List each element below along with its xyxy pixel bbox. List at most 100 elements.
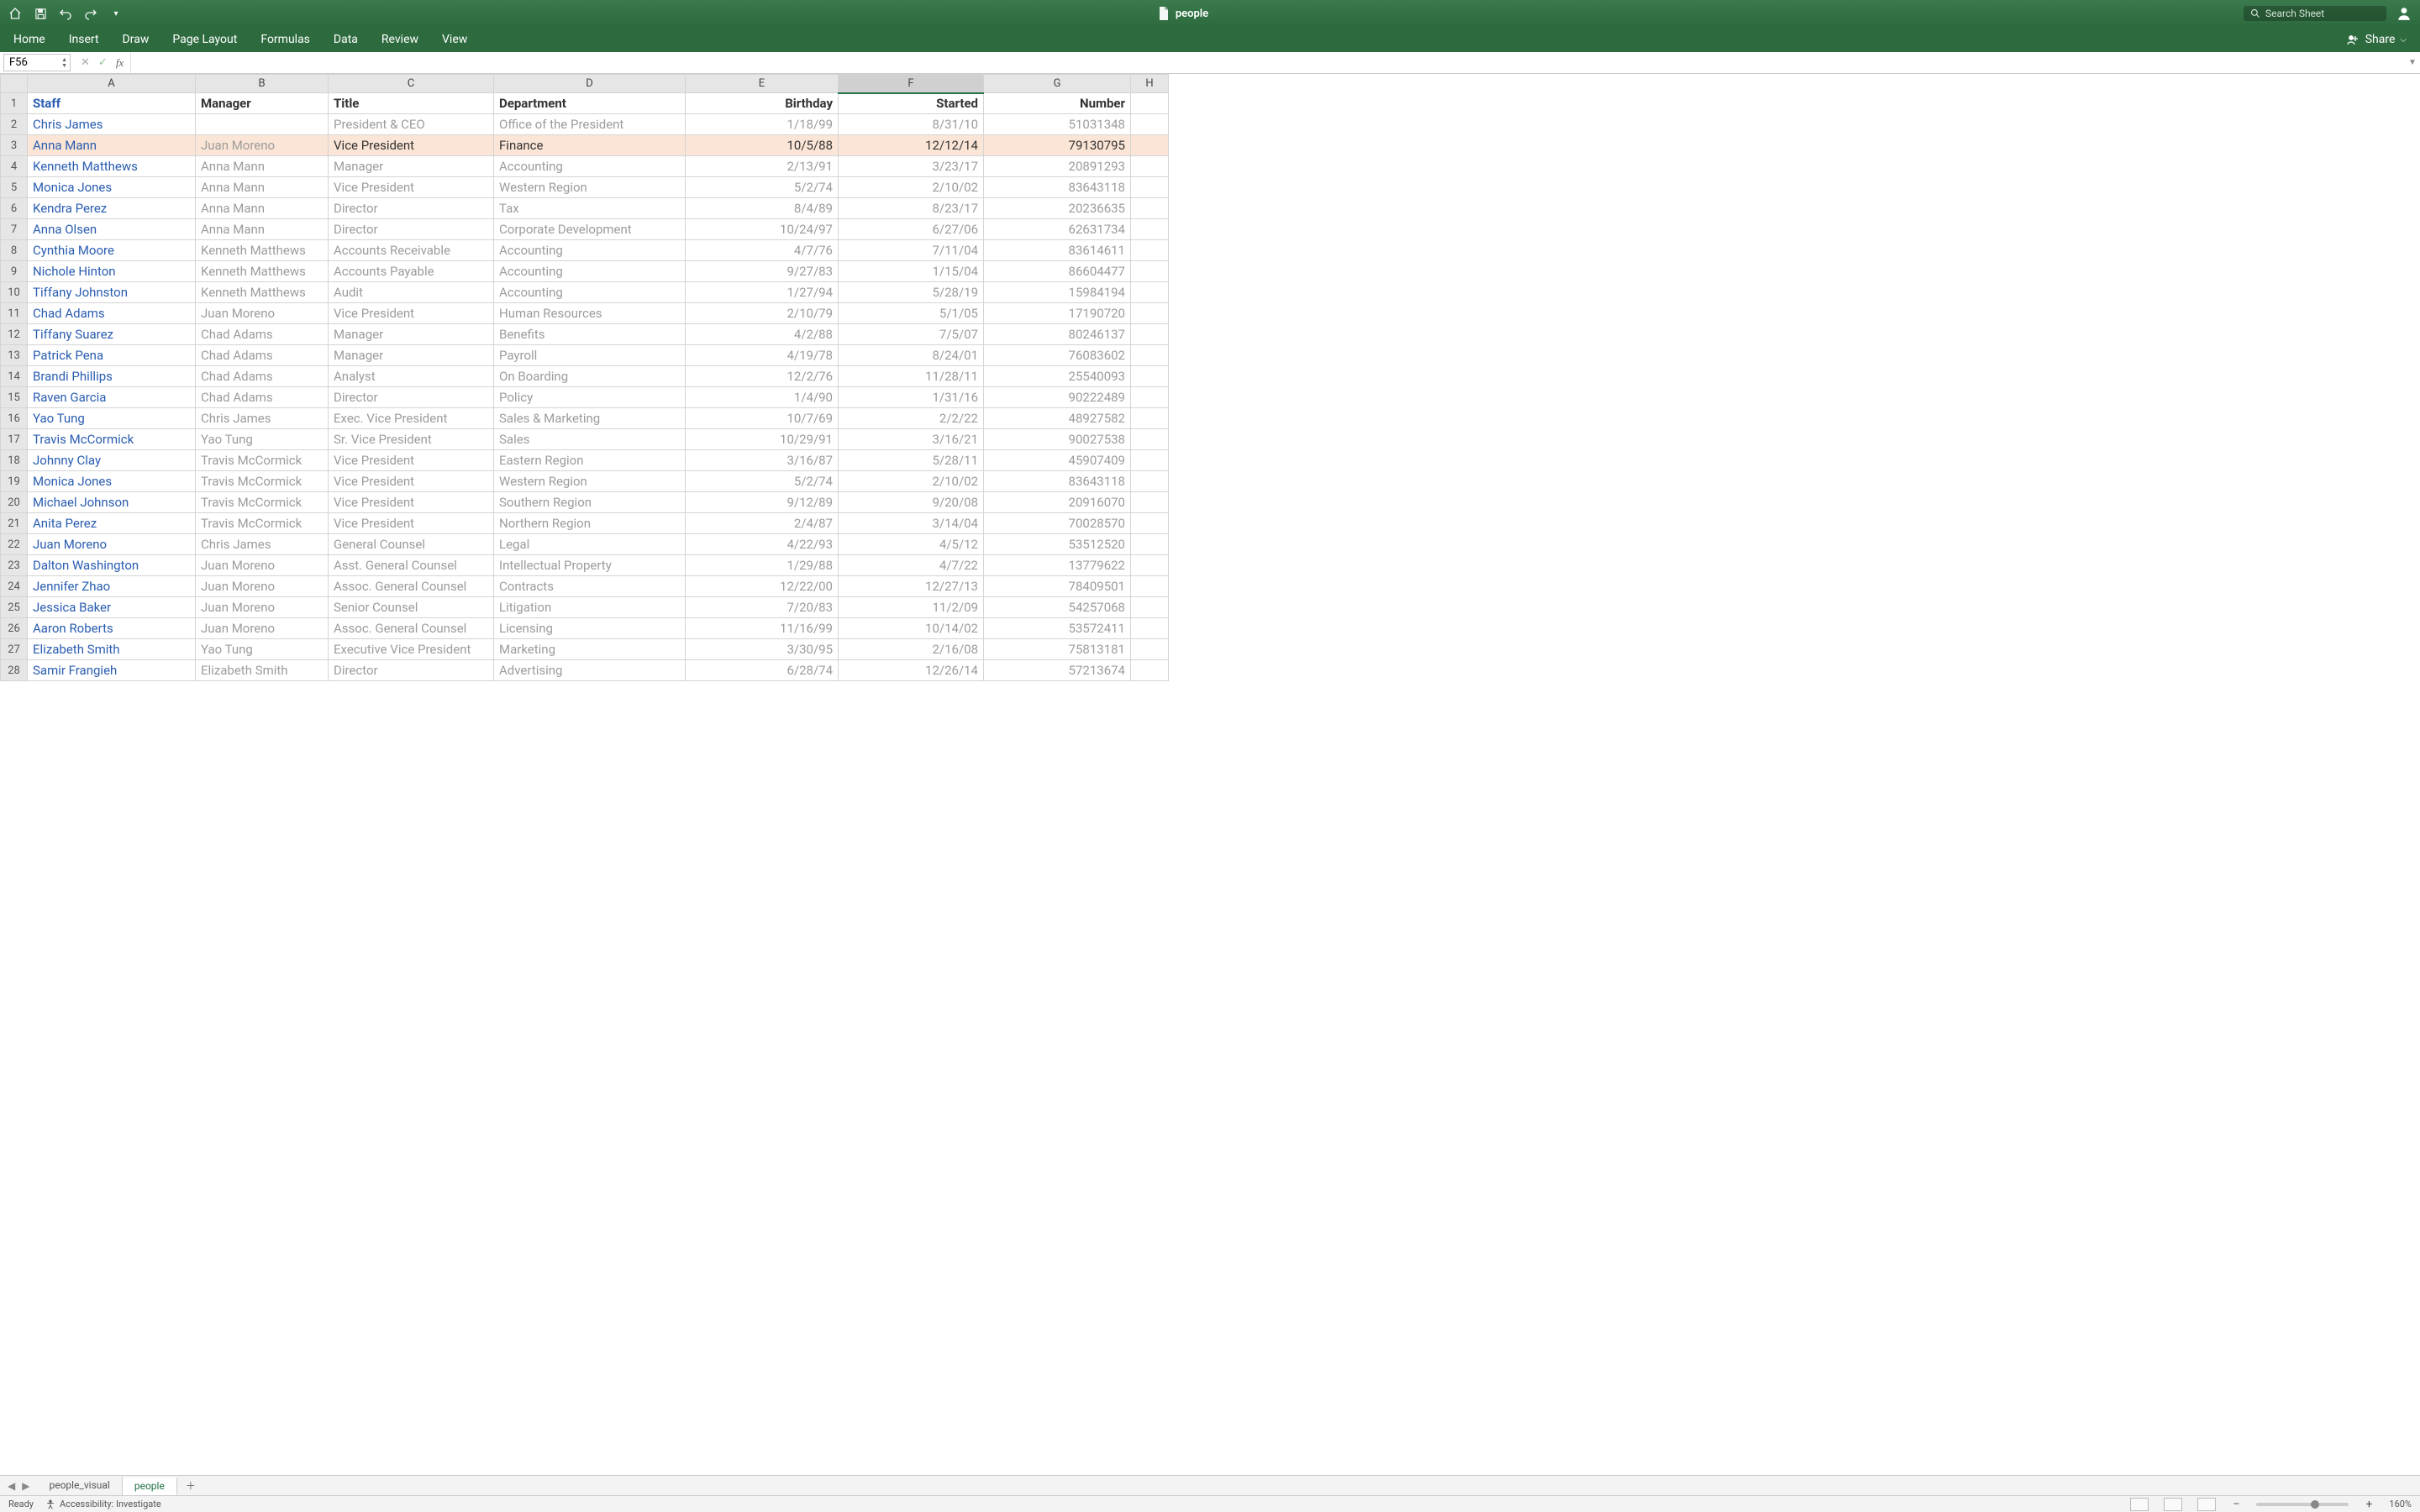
cell-number[interactable]: 70028570: [984, 513, 1131, 534]
header-manager[interactable]: Manager: [196, 93, 329, 114]
cell-manager[interactable]: Elizabeth Smith: [196, 660, 329, 681]
cell-birthday[interactable]: 11/16/99: [686, 618, 839, 639]
cell-department[interactable]: Western Region: [494, 177, 686, 198]
name-box[interactable]: F56 ▲▼: [3, 54, 71, 71]
cell-started[interactable]: 9/20/08: [839, 492, 984, 513]
view-page-layout-button[interactable]: [2164, 1498, 2182, 1511]
zoom-in-button[interactable]: +: [2360, 1498, 2377, 1511]
cell-birthday[interactable]: 2/13/91: [686, 156, 839, 177]
cell-staff[interactable]: Juan Moreno: [28, 534, 196, 555]
col-header-F[interactable]: F: [839, 75, 984, 93]
cell-department[interactable]: Intellectual Property: [494, 555, 686, 576]
cell-birthday[interactable]: 12/2/76: [686, 366, 839, 387]
cell-number[interactable]: 83614611: [984, 240, 1131, 261]
cell-number[interactable]: 20891293: [984, 156, 1131, 177]
row-header[interactable]: 25: [1, 597, 28, 618]
sheet-tab[interactable]: people_visual: [37, 1477, 122, 1495]
cell-number[interactable]: 78409501: [984, 576, 1131, 597]
cell-started[interactable]: 2/16/08: [839, 639, 984, 660]
cell-started[interactable]: 5/28/19: [839, 282, 984, 303]
cell-number[interactable]: 53572411: [984, 618, 1131, 639]
cell-empty[interactable]: [1131, 303, 1169, 324]
header-started[interactable]: Started: [839, 93, 984, 114]
cell-department[interactable]: Benefits: [494, 324, 686, 345]
cell-title[interactable]: Executive Vice President: [329, 639, 494, 660]
header-department[interactable]: Department: [494, 93, 686, 114]
col-header-B[interactable]: B: [196, 75, 329, 93]
redo-icon[interactable]: [84, 7, 97, 20]
cell-number[interactable]: 83643118: [984, 177, 1131, 198]
row-header[interactable]: 19: [1, 471, 28, 492]
cell-title[interactable]: Manager: [329, 345, 494, 366]
view-page-break-button[interactable]: [2197, 1498, 2216, 1511]
cell-number[interactable]: 15984194: [984, 282, 1131, 303]
cell-staff[interactable]: Monica Jones: [28, 177, 196, 198]
cell-birthday[interactable]: 9/12/89: [686, 492, 839, 513]
cell-title[interactable]: Accounts Payable: [329, 261, 494, 282]
row-header[interactable]: 26: [1, 618, 28, 639]
search-sheet-box[interactable]: [2244, 6, 2386, 21]
cell-started[interactable]: 1/31/16: [839, 387, 984, 408]
cell-title[interactable]: Manager: [329, 156, 494, 177]
cell-manager[interactable]: Juan Moreno: [196, 618, 329, 639]
cell-started[interactable]: 5/1/05: [839, 303, 984, 324]
cell-department[interactable]: Advertising: [494, 660, 686, 681]
cell-title[interactable]: Vice President: [329, 177, 494, 198]
cell-department[interactable]: Corporate Development: [494, 219, 686, 240]
cell-started[interactable]: 5/28/11: [839, 450, 984, 471]
row-header[interactable]: 27: [1, 639, 28, 660]
row-header[interactable]: 12: [1, 324, 28, 345]
row-header[interactable]: 14: [1, 366, 28, 387]
cell-staff[interactable]: Monica Jones: [28, 471, 196, 492]
cell-birthday[interactable]: 1/4/90: [686, 387, 839, 408]
row-header[interactable]: 7: [1, 219, 28, 240]
cell-birthday[interactable]: 6/28/74: [686, 660, 839, 681]
row-header[interactable]: 11: [1, 303, 28, 324]
cell-birthday[interactable]: 8/4/89: [686, 198, 839, 219]
row-header[interactable]: 24: [1, 576, 28, 597]
cell-staff[interactable]: Travis McCormick: [28, 429, 196, 450]
row-header[interactable]: 28: [1, 660, 28, 681]
cell-empty[interactable]: [1131, 177, 1169, 198]
cell-started[interactable]: 12/26/14: [839, 660, 984, 681]
row-header[interactable]: 5: [1, 177, 28, 198]
cell-manager[interactable]: Anna Mann: [196, 156, 329, 177]
cell-staff[interactable]: Johnny Clay: [28, 450, 196, 471]
cell-department[interactable]: Sales: [494, 429, 686, 450]
cell-empty[interactable]: [1131, 156, 1169, 177]
cell-birthday[interactable]: 2/4/87: [686, 513, 839, 534]
cell-number[interactable]: 80246137: [984, 324, 1131, 345]
cell-birthday[interactable]: 7/20/83: [686, 597, 839, 618]
row-header[interactable]: 15: [1, 387, 28, 408]
cell-number[interactable]: 83643118: [984, 471, 1131, 492]
cell-department[interactable]: Northern Region: [494, 513, 686, 534]
col-header-G[interactable]: G: [984, 75, 1131, 93]
cell-title[interactable]: Senior Counsel: [329, 597, 494, 618]
cell-empty[interactable]: [1131, 114, 1169, 135]
col-header-C[interactable]: C: [329, 75, 494, 93]
cell-department[interactable]: Payroll: [494, 345, 686, 366]
cell-title[interactable]: Vice President: [329, 471, 494, 492]
row-header[interactable]: 9: [1, 261, 28, 282]
cell-started[interactable]: 7/5/07: [839, 324, 984, 345]
cell-number[interactable]: 54257068: [984, 597, 1131, 618]
cell-number[interactable]: 75813181: [984, 639, 1131, 660]
cell-department[interactable]: On Boarding: [494, 366, 686, 387]
header-staff[interactable]: Staff: [28, 93, 196, 114]
cell-department[interactable]: Accounting: [494, 156, 686, 177]
cell-birthday[interactable]: 3/30/95: [686, 639, 839, 660]
cell-manager[interactable]: Juan Moreno: [196, 576, 329, 597]
cell-birthday[interactable]: 10/5/88: [686, 135, 839, 156]
cell-empty[interactable]: [1131, 366, 1169, 387]
cell-empty[interactable]: [1131, 240, 1169, 261]
cell-title[interactable]: General Counsel: [329, 534, 494, 555]
name-box-stepper[interactable]: ▲▼: [61, 57, 67, 69]
cell-staff[interactable]: Jennifer Zhao: [28, 576, 196, 597]
share-button[interactable]: Share ⌵: [2347, 33, 2407, 46]
tab-review[interactable]: Review: [381, 33, 418, 46]
cell-manager[interactable]: Kenneth Matthews: [196, 261, 329, 282]
cell-staff[interactable]: Kenneth Matthews: [28, 156, 196, 177]
cell-started[interactable]: 12/12/14: [839, 135, 984, 156]
cell-department[interactable]: Finance: [494, 135, 686, 156]
formula-cancel-icon[interactable]: ✕: [81, 56, 90, 69]
